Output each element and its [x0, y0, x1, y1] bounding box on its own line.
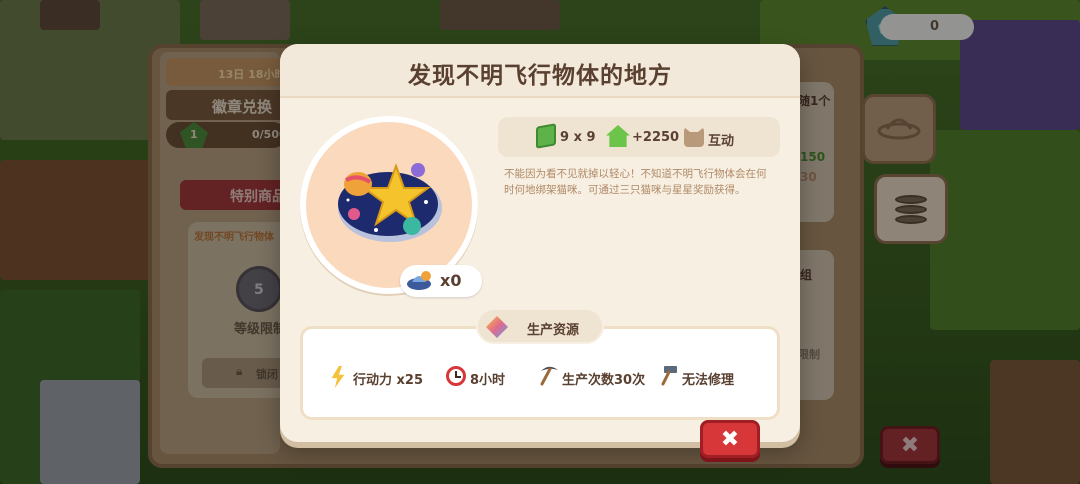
ufo-small-icon	[407, 271, 431, 290]
resource-energy: 行动力 x25	[353, 373, 424, 388]
resource-uses: 生产次数30次	[562, 373, 646, 388]
resource-time: 8小时	[470, 373, 506, 388]
item-description: 不能因为看不见就掉以轻心！不知道不明飞行物体会在何时何地绑架猫咪。可通过三只猫咪…	[504, 168, 767, 196]
pickaxe-icon	[540, 366, 558, 386]
ufo-rug-image	[338, 163, 442, 242]
dialog-title: 发现不明飞行物体的地方	[408, 63, 672, 89]
alarm-clock-icon	[446, 366, 466, 386]
size-cube-icon	[536, 123, 556, 149]
owned-count: x0	[440, 271, 462, 290]
resource-repair: 无法修理	[682, 373, 735, 388]
hammer-icon	[661, 366, 677, 386]
resource-tab-label: 生产资源	[527, 323, 580, 338]
item-happiness: +2250	[632, 130, 680, 145]
item-detail-dialog: 发现不明飞行物体的地方 x0 9 x 9 +2250 互动 不能因为看不见就掉以…	[280, 44, 800, 442]
close-button[interactable]: ✖	[700, 420, 760, 458]
item-size: 9 x 9	[560, 130, 596, 145]
item-interaction: 互动	[708, 134, 735, 149]
close-icon: ✖	[720, 426, 740, 452]
